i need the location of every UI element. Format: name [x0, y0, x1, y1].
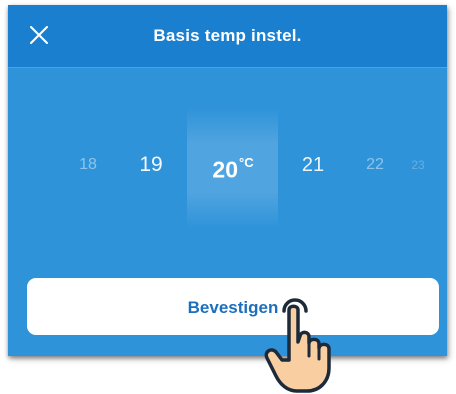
picker-value-18[interactable]: 18 — [79, 145, 97, 185]
unit-label: °C — [239, 155, 254, 170]
picker-value-selected[interactable]: 20°C — [212, 145, 253, 190]
picker-value-19[interactable]: 19 — [139, 145, 162, 185]
temperature-dialog: Basis temp instel. 18 19 20°C 21 22 23 B… — [8, 5, 447, 356]
dialog-header: Basis temp instel. — [8, 5, 447, 68]
selected-value: 20 — [212, 156, 238, 183]
temperature-picker[interactable]: 18 19 20°C 21 22 23 — [8, 145, 447, 185]
dialog-title: Basis temp instel. — [153, 26, 302, 45]
confirm-button-label: Bevestigen — [187, 298, 279, 317]
picker-value-23[interactable]: 23 — [411, 145, 424, 185]
confirm-button[interactable]: Bevestigen — [27, 278, 439, 335]
close-icon[interactable] — [30, 26, 48, 44]
hand-pointer-icon — [264, 298, 331, 393]
picker-value-21[interactable]: 21 — [302, 145, 324, 185]
picker-value-22[interactable]: 22 — [366, 145, 384, 185]
